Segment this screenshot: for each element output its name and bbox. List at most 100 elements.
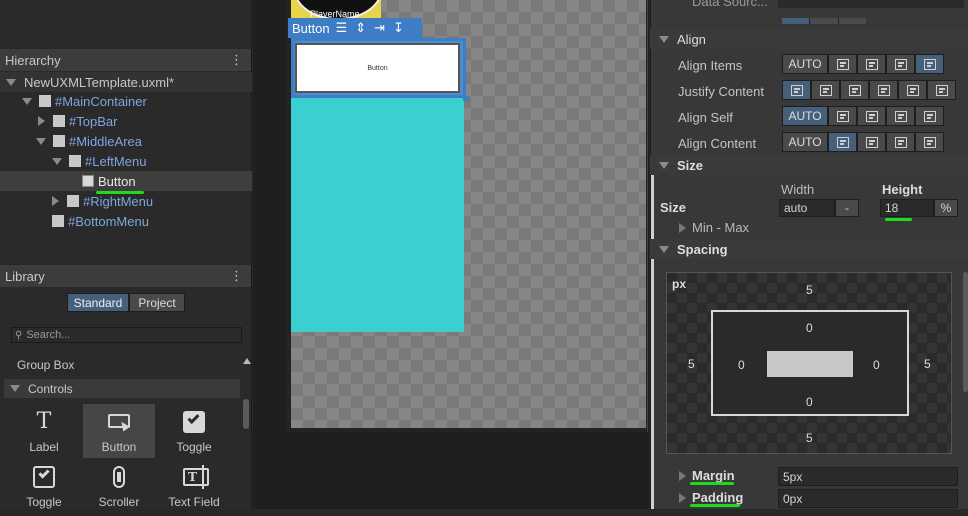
self-start-button[interactable] — [828, 106, 857, 126]
tree-item-rightmenu[interactable]: #RightMenu — [52, 191, 153, 211]
controls-foldout[interactable]: Controls — [4, 379, 240, 398]
tile-scroller[interactable]: Scroller — [83, 462, 155, 516]
padding-top-value[interactable]: 0 — [806, 321, 813, 335]
collapse-arrow-icon[interactable] — [679, 492, 686, 503]
self-center-button[interactable] — [857, 106, 886, 126]
self-start-icon — [836, 110, 849, 122]
tree-item-bottommenu[interactable]: #BottomMenu — [52, 211, 149, 231]
align-stretch-button[interactable] — [915, 54, 944, 74]
controls-label: Controls — [28, 381, 73, 396]
inspector-scrollbar[interactable] — [963, 272, 968, 392]
margin-right-value[interactable]: 5 — [924, 357, 931, 371]
align-section-header[interactable]: Align — [650, 29, 968, 49]
align-self-auto-button[interactable]: AUTO — [782, 106, 828, 126]
spacing-widget[interactable]: px 5 5 5 5 0 0 0 0 — [666, 272, 952, 454]
align-items-auto-button[interactable]: AUTO — [782, 54, 828, 74]
justify-center-button[interactable] — [811, 80, 840, 100]
tree-root-label: NewUXMLTemplate.uxml* — [24, 74, 175, 90]
tab-standard[interactable]: Standard — [67, 293, 129, 312]
height-field[interactable]: 18 — [880, 199, 934, 217]
search-input[interactable]: ⚲ Search... — [11, 327, 242, 343]
width-unit-dropdown[interactable]: - — [835, 199, 859, 217]
expand-arrow-icon[interactable] — [10, 385, 20, 392]
tab-project[interactable]: Project — [129, 293, 185, 312]
justify-end-button[interactable] — [840, 80, 869, 100]
min-max-foldout[interactable]: Min - Max — [679, 220, 749, 235]
expand-arrow-icon[interactable] — [659, 161, 669, 169]
size-section-header[interactable]: Size — [650, 155, 968, 175]
kebab-menu-icon[interactable]: ⋮ — [230, 52, 243, 68]
content-end-button[interactable] — [886, 132, 915, 152]
tile-text-field-text: Text Field — [168, 495, 220, 509]
tree-root[interactable]: NewUXMLTemplate.uxml* — [0, 72, 252, 92]
padding-field[interactable]: 0px — [778, 489, 958, 508]
self-end-button[interactable] — [886, 106, 915, 126]
padding-left-value[interactable]: 0 — [738, 358, 745, 372]
expand-arrow-icon[interactable] — [36, 137, 46, 145]
spacing-title: Spacing — [677, 241, 728, 257]
padding-bottom-value[interactable]: 0 — [806, 395, 813, 409]
tree-item-button[interactable]: Button — [0, 171, 252, 191]
padding-box[interactable]: 0 0 0 0 — [711, 310, 909, 416]
content-stretch-button[interactable] — [915, 132, 944, 152]
align-items-label: Align Items — [678, 58, 743, 73]
resize-handle[interactable] — [463, 97, 469, 101]
tree-item-leftmenu[interactable]: #LeftMenu — [52, 151, 146, 171]
justify-between-button[interactable] — [869, 80, 898, 100]
align-stretch-icon[interactable]: ⇥ — [374, 20, 385, 36]
scroll-up-icon[interactable] — [243, 358, 251, 364]
canvas-button[interactable]: Button — [295, 43, 460, 93]
tree-item-maincontainer[interactable]: #MainContainer — [22, 91, 147, 111]
justify-start-button[interactable] — [782, 80, 811, 100]
margin-left-value[interactable]: 5 — [688, 357, 695, 371]
tile-text-field[interactable]: T Text Field — [158, 462, 230, 516]
collapse-arrow-icon[interactable] — [679, 222, 686, 233]
padding-right-value[interactable]: 0 — [873, 358, 880, 372]
label-icon: T — [36, 409, 52, 434]
align-lines-icon[interactable]: ☰ — [336, 20, 348, 36]
height-unit-dropdown[interactable]: % — [934, 199, 958, 217]
content-start-button[interactable] — [828, 132, 857, 152]
expand-arrow-icon[interactable] — [22, 97, 32, 105]
align-center-icon[interactable]: ⇕ — [355, 20, 366, 36]
justify-around-button[interactable] — [898, 80, 927, 100]
margin-foldout[interactable]: Margin — [679, 468, 735, 483]
collapse-arrow-icon[interactable] — [679, 470, 686, 481]
align-content-auto-button[interactable]: AUTO — [782, 132, 828, 152]
align-center-button[interactable] — [857, 54, 886, 74]
tile-toggle[interactable]: Toggle — [158, 404, 230, 458]
spacing-section-header[interactable]: Spacing — [650, 239, 968, 259]
self-stretch-button[interactable] — [915, 106, 944, 126]
margin-top-value[interactable]: 5 — [806, 283, 813, 297]
align-start-button[interactable] — [828, 54, 857, 74]
content-start-icon — [836, 136, 849, 148]
collapse-arrow-icon[interactable] — [38, 116, 45, 126]
expand-arrow-icon[interactable] — [659, 35, 669, 43]
library-scrollbar[interactable] — [243, 399, 249, 429]
collapse-arrow-icon[interactable] — [52, 196, 59, 206]
tree-item-middlearea[interactable]: #MiddleArea — [36, 131, 142, 151]
tile-toggle-2[interactable]: Toggle — [8, 462, 80, 516]
expand-arrow-icon[interactable] — [659, 245, 669, 253]
tree-item-topbar[interactable]: #TopBar — [38, 111, 117, 131]
align-center-icon — [865, 58, 878, 70]
width-field[interactable]: auto — [779, 199, 835, 217]
expand-arrow-icon[interactable] — [52, 157, 62, 165]
padding-foldout[interactable]: Padding — [679, 490, 743, 505]
tile-label[interactable]: T Label — [8, 404, 80, 458]
justify-evenly-button[interactable] — [927, 80, 956, 100]
align-end-button[interactable] — [886, 54, 915, 74]
content-center-icon — [865, 136, 878, 148]
text-align-icon[interactable]: ↧ — [393, 20, 404, 36]
margin-bottom-value[interactable]: 5 — [806, 431, 813, 445]
library-header: Library ⋮ — [0, 265, 251, 287]
margin-field[interactable]: 5px — [778, 467, 958, 486]
data-source-field[interactable] — [778, 0, 964, 8]
tile-button[interactable]: Button — [83, 404, 155, 458]
element-icon — [53, 115, 65, 127]
expand-arrow-icon[interactable] — [6, 78, 16, 86]
toolbar-label: Button — [292, 20, 330, 36]
kebab-menu-icon[interactable]: ⋮ — [230, 268, 243, 284]
content-center-button[interactable] — [857, 132, 886, 152]
group-box-item[interactable]: Group Box — [17, 358, 74, 372]
